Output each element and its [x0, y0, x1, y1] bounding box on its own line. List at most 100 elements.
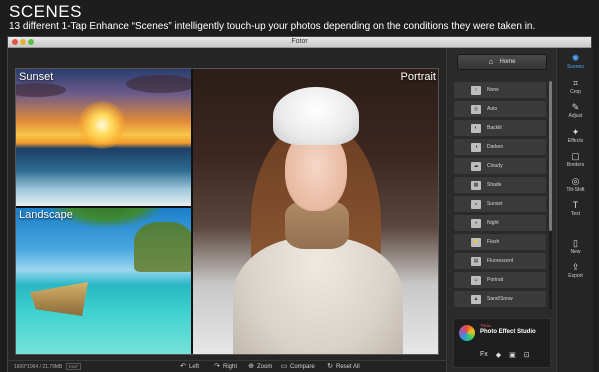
scene-item-cloudy[interactable]: ☁ Cloudy: [453, 156, 547, 176]
tool-tilt-shift-button[interactable]: ◎ Tilt-Shift: [557, 176, 594, 200]
scene-item-portrait[interactable]: ☺ Portrait: [453, 270, 547, 290]
tilt-shift-icon: ◎: [571, 176, 580, 186]
rotate-right-icon: ↷: [214, 363, 220, 370]
page-heading: SCENES: [9, 2, 82, 21]
tool-label: Scenes: [567, 64, 584, 70]
scene-item-label: Shade: [487, 181, 502, 188]
sunset-photo: Sunset: [16, 69, 191, 206]
canvas-area: Sunset Landscape Portrait: [8, 48, 446, 360]
tool-label: Export: [568, 273, 583, 279]
zoom-button[interactable]: ⊕ Zoom: [247, 363, 272, 371]
status-bar: 1600*1064 / 21.79MB EXIF ↶ Left ↷ Right …: [8, 360, 446, 372]
new-icon: ▯: [573, 238, 578, 248]
compare-button[interactable]: ▭ Compare: [280, 363, 315, 371]
sunset-label: Sunset: [19, 71, 54, 83]
tool-effects-button[interactable]: ✦ Effects: [557, 127, 594, 151]
studio-badge: TRIAL: [480, 323, 492, 328]
tool-label: Adjust: [568, 113, 583, 119]
tool-export-button[interactable]: ⇪ Export: [557, 262, 594, 286]
scene-item-label: Fluorescent: [487, 257, 514, 264]
reset-icon: ↻: [327, 363, 333, 370]
scrollbar-thumb[interactable]: [549, 81, 552, 231]
scene-list: ○ None ◎ Auto ◐ Backlit ◑ Darken ☁ Cloudy ▦ Shade ◒ S…: [453, 81, 547, 309]
scene-item-none[interactable]: ○ None: [453, 81, 547, 100]
landscape-photo: Landscape: [16, 208, 191, 354]
scene-thumb-icon: ☁: [471, 161, 481, 171]
tool-borders-button[interactable]: ▢ Borders: [557, 151, 594, 175]
scene-item-label: Sand/Snow: [487, 295, 513, 302]
borders-icon: ▢: [571, 151, 580, 161]
tool-scenes-button[interactable]: ✺ Scenes: [557, 53, 594, 77]
rotate-right-button[interactable]: ↷ Right: [213, 363, 237, 371]
tool-text-button[interactable]: T Text: [557, 200, 594, 224]
app-window: Fotor Sunset Landscape Portrait 1600*106…: [7, 36, 593, 372]
scene-thumb-icon: ◎: [471, 104, 481, 114]
scene-item-label: None: [487, 87, 499, 93]
fx-icon[interactable]: Fx: [480, 351, 488, 359]
frame-icon[interactable]: ▣: [509, 351, 516, 359]
scene-item-label: Backlit: [487, 124, 502, 131]
tool-adjust-button[interactable]: ✎ Adjust: [557, 102, 594, 126]
scene-thumb-icon: ◒: [471, 199, 481, 209]
scenes-icon: ✺: [571, 53, 580, 63]
window-title: Fotor: [291, 38, 308, 45]
portrait-sweater: [233, 237, 403, 354]
portrait-label: Portrait: [400, 71, 436, 83]
scene-thumb-icon: ▦: [471, 180, 481, 190]
image-dimensions: 1600*1064 / 21.79MB: [14, 364, 63, 370]
scene-item-auto[interactable]: ◎ Auto: [453, 99, 547, 119]
scene-item-sand-snow[interactable]: ▲ Sand/Snow: [453, 289, 547, 309]
scene-thumb-icon: ☺: [471, 275, 481, 285]
crop-icon: ⌗: [572, 78, 579, 88]
tool-label: Borders: [566, 162, 585, 168]
portrait-hat: [273, 87, 359, 145]
home-icon: ⌂: [488, 57, 494, 66]
scene-item-flash[interactable]: ⚡ Flash: [453, 232, 547, 252]
photo-effect-studio-banner[interactable]: TRIAL Photo Effect Studio Fx ◆ ▣ ⊡: [453, 318, 551, 368]
studio-title: Photo Effect Studio: [480, 329, 536, 335]
tool-crop-button[interactable]: ⌗ Crop: [557, 78, 594, 102]
tool-new-button[interactable]: ▯ New: [557, 238, 594, 262]
scene-item-label: Night: [487, 219, 499, 226]
home-button[interactable]: ⌂ Home: [457, 54, 547, 70]
export-icon: ⇪: [571, 262, 580, 272]
scene-item-darken[interactable]: ◑ Darken: [453, 137, 547, 157]
scene-item-label: Flash: [487, 238, 500, 245]
diamond-icon[interactable]: ◆: [496, 351, 501, 359]
page-subheading: 13 different 1-Tap Enhance “Scenes” inte…: [9, 21, 536, 32]
landscape-label: Landscape: [19, 209, 73, 221]
tool-label: New: [570, 249, 581, 255]
window-titlebar: Fotor: [8, 37, 591, 48]
effects-icon: ✦: [571, 127, 580, 137]
scene-item-label: Auto: [487, 105, 498, 112]
exif-button[interactable]: EXIF: [66, 363, 81, 370]
studio-logo-icon: [459, 325, 475, 341]
reset-all-button[interactable]: ↻ Reset All: [326, 363, 360, 371]
tool-label: Effects: [567, 138, 584, 144]
text-icon: T: [572, 200, 579, 210]
scene-thumb-icon: ⚡: [471, 237, 481, 247]
boat: [30, 282, 88, 316]
zoom-icon: ⊕: [248, 363, 254, 370]
rotate-left-button[interactable]: ↶ Left: [179, 363, 199, 371]
scene-item-night[interactable]: ◖ Night: [453, 213, 547, 233]
scene-item-label: Darken: [487, 143, 504, 150]
scene-item-backlit[interactable]: ◐ Backlit: [453, 118, 547, 138]
tool-sidebar: ✺ Scenes ⌗ Crop ✎ Adjust ✦ Effects ▢ Borders ◎ Tilt…: [556, 48, 593, 372]
tool-label: Crop: [570, 89, 581, 95]
tool-label: Tilt-Shift: [566, 187, 585, 193]
scene-thumb-icon: ◐: [471, 123, 481, 133]
scene-list-scrollbar[interactable]: [549, 81, 552, 309]
scene-thumb-icon: ◑: [471, 142, 481, 152]
compare-icon: ▭: [280, 363, 288, 370]
scene-item-fluorescent[interactable]: ▤ Fluorescent: [453, 251, 547, 271]
scene-item-sunset[interactable]: ◒ Sunset: [453, 194, 547, 214]
scene-thumb-icon: ▲: [471, 294, 481, 304]
scene-item-shade[interactable]: ▦ Shade: [453, 175, 547, 195]
photo-collage[interactable]: Sunset Landscape Portrait: [15, 68, 439, 355]
crop-frame-icon[interactable]: ⊡: [524, 351, 530, 359]
screenshot-root: SCENES 13 different 1-Tap Enhance “Scene…: [0, 0, 599, 372]
sun-glow: [78, 101, 126, 149]
tool-label: Text: [570, 211, 581, 217]
rotate-left-icon: ↶: [180, 363, 186, 370]
